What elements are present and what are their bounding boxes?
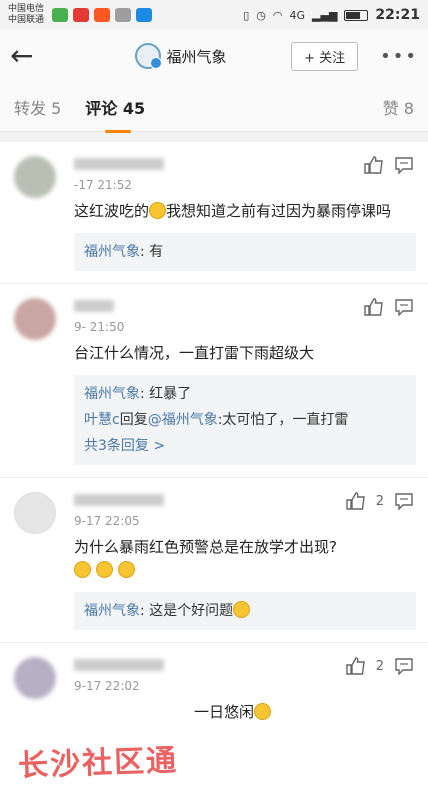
account-header[interactable]: 福州气象	[100, 43, 261, 69]
comment-text-part: 我想知道之前有过因为暴雨停课吗	[166, 202, 392, 220]
reply-sep: :	[140, 244, 150, 260]
avatar[interactable]	[14, 298, 56, 340]
comment-reply-icon[interactable]	[394, 298, 414, 316]
app-notification-icon	[52, 8, 69, 22]
comment-actions	[364, 298, 414, 316]
reply-mid: 回复	[119, 412, 148, 428]
avatar[interactable]	[14, 492, 56, 534]
reply-box[interactable]: 福州气象: 红暴了 叶慧c回复@福州气象:太可怕了，一直打雷 共3条回复 >	[74, 375, 416, 465]
reply-box[interactable]: 福州气象: 有	[74, 233, 416, 271]
follow-button[interactable]: + 关注	[291, 41, 359, 71]
user-name-blurred[interactable]	[74, 659, 164, 671]
carrier-1: 中国电信	[8, 4, 45, 14]
tab-comments[interactable]: 评论 45	[85, 95, 145, 133]
carrier-2: 中国联通	[8, 15, 45, 25]
reply-line: 叶慧c回复@福州气象:太可怕了，一直打雷	[84, 407, 406, 433]
status-right: ▯ ◷ ◠ 4G ▂▄▆ 22:21	[243, 7, 420, 23]
account-avatar	[134, 43, 162, 69]
reply-text: 红暴了	[149, 386, 192, 402]
clock: 22:21	[375, 7, 420, 23]
app-notification-icon	[136, 8, 153, 22]
reply-user[interactable]: 福州气象	[84, 244, 140, 260]
comment-text-part: 为什么暴雨红色预警总是在放学才出现?	[74, 538, 337, 556]
tab-repost[interactable]: 转发 5	[14, 95, 61, 119]
reply-text: 这是个好问题	[149, 603, 234, 619]
avatar[interactable]	[14, 156, 56, 198]
comment-text: 一日悠闲	[74, 701, 416, 724]
laughing-emoji-icon	[74, 561, 91, 578]
more-replies-link[interactable]: 共3条回复 >	[84, 433, 406, 459]
avatar[interactable]	[14, 657, 56, 699]
alarm-icon: ◷	[256, 8, 266, 22]
comment-item: -17 21:52 这红波吃的 我想知道之前有过因为暴雨停课吗 福州气象: 有	[0, 142, 428, 284]
comment-item: 9-17 22:02 2 一日悠闲	[0, 643, 428, 736]
comment-reply-icon[interactable]	[394, 492, 414, 510]
more-icon[interactable]: •••	[380, 46, 418, 67]
tab-bar: 转发 5 评论 45 赞 8	[0, 82, 428, 133]
reply-sep: :	[140, 603, 150, 619]
comment-time: -17 21:52	[74, 178, 132, 192]
app-notification-icon	[94, 8, 111, 22]
thumbs-up-icon[interactable]	[346, 492, 366, 510]
user-name-blurred[interactable]	[74, 494, 164, 506]
top-nav: ← 福州气象 + 关注 •••	[0, 30, 428, 82]
tab-likes[interactable]: 赞 8	[383, 95, 414, 119]
comment-time: 9- 21:50	[74, 320, 125, 334]
comment-time: 9-17 22:05	[74, 514, 140, 528]
comment-actions	[364, 156, 414, 174]
emoji-row	[74, 559, 410, 582]
signal-label: 4G	[289, 8, 306, 22]
comment-reply-icon[interactable]	[394, 156, 414, 174]
reply-user[interactable]: 福州气象	[84, 603, 140, 619]
signal-icon: ▂▄▆	[312, 8, 338, 22]
laughing-emoji-icon	[233, 601, 251, 618]
comment-actions: 2	[346, 657, 414, 675]
crying-emoji-icon	[254, 703, 272, 720]
emoji-icon	[149, 202, 167, 219]
comment-text-part: 这红波吃的	[74, 202, 150, 220]
like-count: 2	[375, 493, 384, 509]
account-name: 福州气象	[166, 47, 227, 66]
app-notification-icon	[115, 8, 132, 22]
comment-text: 这红波吃的 我想知道之前有过因为暴雨停课吗	[74, 200, 416, 223]
battery-icon	[344, 9, 369, 21]
reply-text: :太可怕了，一直打雷	[217, 412, 349, 428]
arrow-left-icon[interactable]: ←	[10, 42, 50, 70]
comment-item: 9-17 22:05 2 为什么暴雨红色预警总是在放学才出现? 福州气象: 这是…	[0, 478, 428, 643]
like-count: 2	[375, 658, 384, 674]
laughing-emoji-icon	[95, 561, 113, 578]
comment-reply-icon[interactable]	[394, 657, 414, 675]
section-divider	[0, 132, 428, 142]
thumbs-up-icon[interactable]	[364, 298, 384, 316]
comment-text-part: 一日悠闲	[194, 703, 255, 721]
vibrate-icon: ▯	[243, 8, 250, 22]
status-bar: 中国电信 中国联通 ▯ ◷ ◠ 4G ▂▄▆ 22:21	[0, 0, 428, 30]
comment-time: 9-17 22:02	[74, 679, 140, 693]
reply-user[interactable]: 福州气象	[84, 386, 140, 402]
wifi-icon: ◠	[272, 8, 283, 22]
thumbs-up-icon[interactable]	[364, 156, 384, 174]
watermark: 长沙社区通	[17, 743, 179, 784]
reply-user[interactable]: 叶慧c	[84, 412, 120, 428]
user-name-blurred[interactable]	[74, 158, 164, 170]
notification-icons	[52, 8, 153, 22]
comment-text: 为什么暴雨红色预警总是在放学才出现?	[74, 536, 416, 582]
comment-actions: 2	[346, 492, 414, 510]
comment-text: 台江什么情况，一直打雷下雨超级大	[74, 344, 315, 362]
user-name-blurred[interactable]	[74, 300, 114, 312]
app-notification-icon	[73, 8, 90, 22]
reply-mention[interactable]: @福州气象	[148, 412, 218, 428]
carrier-info: 中国电信 中国联通	[8, 4, 44, 26]
reply-text: 有	[149, 244, 164, 260]
reply-sep: :	[140, 386, 150, 402]
thumbs-up-icon[interactable]	[346, 657, 366, 675]
laughing-emoji-icon	[117, 561, 135, 578]
reply-box[interactable]: 福州气象: 这是个好问题	[74, 592, 416, 630]
comment-item: 9- 21:50 台江什么情况，一直打雷下雨超级大 福州气象: 红暴了 叶慧c回…	[0, 284, 428, 478]
reply-line: 福州气象: 红暴了	[84, 381, 406, 407]
